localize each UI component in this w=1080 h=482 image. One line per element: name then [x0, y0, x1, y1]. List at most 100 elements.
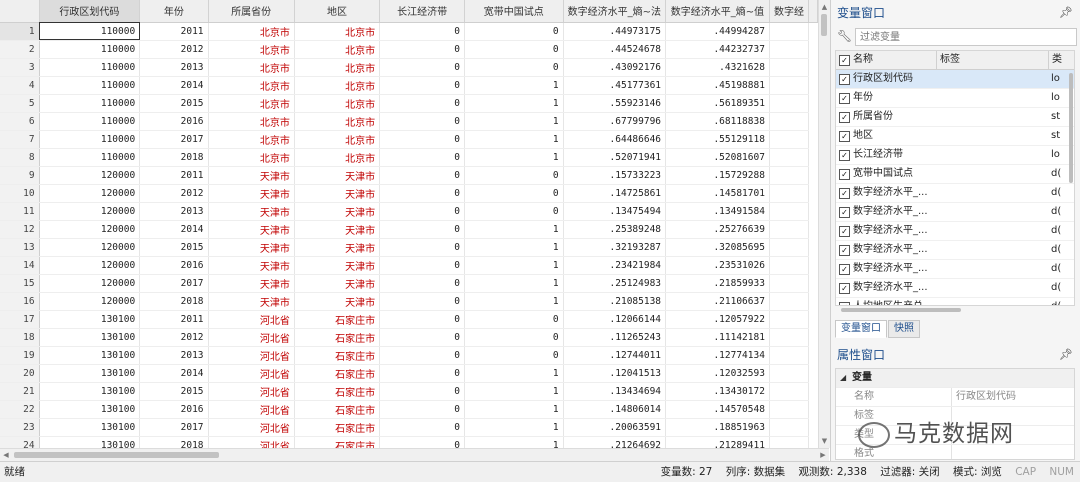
table-cell[interactable]: .13430172: [665, 382, 770, 401]
variable-row[interactable]: ✓ 长江经济带 lo: [836, 146, 1074, 165]
row-number[interactable]: 4: [0, 76, 40, 95]
column-header[interactable]: 地区: [294, 0, 381, 23]
table-cell[interactable]: 0: [379, 202, 465, 221]
table-cell[interactable]: 0: [379, 364, 465, 383]
table-cell[interactable]: 天津市: [294, 256, 381, 275]
scroll-thumb[interactable]: [14, 452, 219, 458]
row-number[interactable]: 12: [0, 220, 40, 239]
variable-checkbox[interactable]: ✓: [839, 131, 850, 142]
table-cell[interactable]: 0: [379, 148, 465, 167]
table-cell[interactable]: .23531026: [665, 256, 770, 275]
table-cell[interactable]: 天津市: [208, 238, 295, 257]
table-cell[interactable]: 120000: [39, 292, 141, 311]
table-cell[interactable]: 0: [464, 40, 564, 59]
table-cell[interactable]: 0: [379, 130, 465, 149]
table-cell[interactable]: .68118838: [665, 112, 770, 131]
table-cell[interactable]: 天津市: [294, 238, 381, 257]
table-cell[interactable]: 110000: [39, 130, 141, 149]
table-cell[interactable]: 北京市: [294, 148, 381, 167]
tab-snapshots[interactable]: 快照: [888, 320, 920, 338]
table-cell[interactable]: 0: [464, 58, 564, 77]
table-cell[interactable]: 北京市: [294, 22, 381, 41]
table-cell[interactable]: 天津市: [208, 202, 295, 221]
table-cell[interactable]: 130100: [39, 328, 141, 347]
table-cell[interactable]: 2016: [139, 256, 209, 275]
table-cell[interactable]: 0: [379, 40, 465, 59]
table-cell[interactable]: 1: [464, 256, 564, 275]
table-cell[interactable]: 2012: [139, 40, 209, 59]
table-cell[interactable]: 2013: [139, 58, 209, 77]
table-cell[interactable]: [769, 310, 810, 329]
table-cell[interactable]: 0: [464, 22, 564, 41]
table-cell[interactable]: 0: [464, 346, 564, 365]
variables-vertical-scrollbar[interactable]: [1068, 69, 1074, 305]
table-cell[interactable]: 110000: [39, 148, 141, 167]
row-number[interactable]: 2: [0, 40, 40, 59]
table-cell[interactable]: .11265243: [563, 328, 667, 347]
row-number[interactable]: 5: [0, 94, 40, 113]
table-cell[interactable]: 石家庄市: [294, 328, 381, 347]
table-cell[interactable]: 北京市: [294, 112, 381, 131]
table-cell[interactable]: [769, 94, 810, 113]
table-cell[interactable]: .20063591: [563, 418, 667, 437]
table-cell[interactable]: 河北省: [208, 328, 295, 347]
variable-row[interactable]: ✓ 数字经济水平_... d(: [836, 260, 1074, 279]
table-cell[interactable]: 2017: [139, 130, 209, 149]
table-cell[interactable]: 1: [464, 436, 564, 448]
table-cell[interactable]: [769, 400, 810, 419]
table-cell[interactable]: 天津市: [208, 220, 295, 239]
table-cell[interactable]: .13491584: [665, 202, 770, 221]
table-cell[interactable]: 2017: [139, 274, 209, 293]
column-header[interactable]: 宽带中国试点: [464, 0, 564, 23]
variable-row[interactable]: ✓ 数字经济水平_... d(: [836, 203, 1074, 222]
table-cell[interactable]: 2018: [139, 292, 209, 311]
table-cell[interactable]: 0: [379, 94, 465, 113]
table-cell[interactable]: 河北省: [208, 310, 295, 329]
table-cell[interactable]: .12032593: [665, 364, 770, 383]
table-cell[interactable]: .25389248: [563, 220, 667, 239]
table-cell[interactable]: [769, 148, 810, 167]
table-cell[interactable]: .55923146: [563, 94, 667, 113]
table-cell[interactable]: 1: [464, 274, 564, 293]
table-cell[interactable]: 北京市: [294, 58, 381, 77]
table-cell[interactable]: 110000: [39, 94, 141, 113]
table-cell[interactable]: .13434694: [563, 382, 667, 401]
table-cell[interactable]: 1: [464, 112, 564, 131]
table-cell[interactable]: .52071941: [563, 148, 667, 167]
table-cell[interactable]: 0: [464, 202, 564, 221]
table-cell[interactable]: 1: [464, 400, 564, 419]
table-cell[interactable]: .15729288: [665, 166, 770, 185]
table-cell[interactable]: 130100: [39, 418, 141, 437]
row-number[interactable]: 20: [0, 364, 40, 383]
variable-checkbox[interactable]: ✓: [839, 264, 850, 275]
table-cell[interactable]: 1: [464, 292, 564, 311]
table-cell[interactable]: 石家庄市: [294, 400, 381, 419]
table-cell[interactable]: 天津市: [208, 184, 295, 203]
table-cell[interactable]: 130100: [39, 400, 141, 419]
table-cell[interactable]: .44973175: [563, 22, 667, 41]
column-header[interactable]: 数字经: [769, 0, 810, 23]
table-cell[interactable]: [769, 382, 810, 401]
table-cell[interactable]: [769, 256, 810, 275]
table-cell[interactable]: 石家庄市: [294, 418, 381, 437]
table-cell[interactable]: .14570548: [665, 400, 770, 419]
row-number[interactable]: 18: [0, 328, 40, 347]
table-cell[interactable]: 130100: [39, 382, 141, 401]
row-number[interactable]: 10: [0, 184, 40, 203]
scroll-thumb[interactable]: [841, 308, 961, 312]
table-cell[interactable]: 120000: [39, 274, 141, 293]
table-cell[interactable]: 河北省: [208, 436, 295, 448]
variable-row[interactable]: ✓ 数字经济水平_... d(: [836, 279, 1074, 298]
table-cell[interactable]: 1: [464, 238, 564, 257]
variable-row[interactable]: ✓ 所属省份 st: [836, 108, 1074, 127]
table-cell[interactable]: .18851963: [665, 418, 770, 437]
table-cell[interactable]: 天津市: [294, 166, 381, 185]
table-cell[interactable]: 120000: [39, 256, 141, 275]
table-cell[interactable]: 河北省: [208, 400, 295, 419]
table-cell[interactable]: .14806014: [563, 400, 667, 419]
table-cell[interactable]: [769, 184, 810, 203]
table-cell[interactable]: 天津市: [294, 184, 381, 203]
table-cell[interactable]: 石家庄市: [294, 364, 381, 383]
variable-checkbox[interactable]: ✓: [839, 283, 850, 294]
property-row[interactable]: 名称 行政区划代码: [836, 388, 1074, 407]
